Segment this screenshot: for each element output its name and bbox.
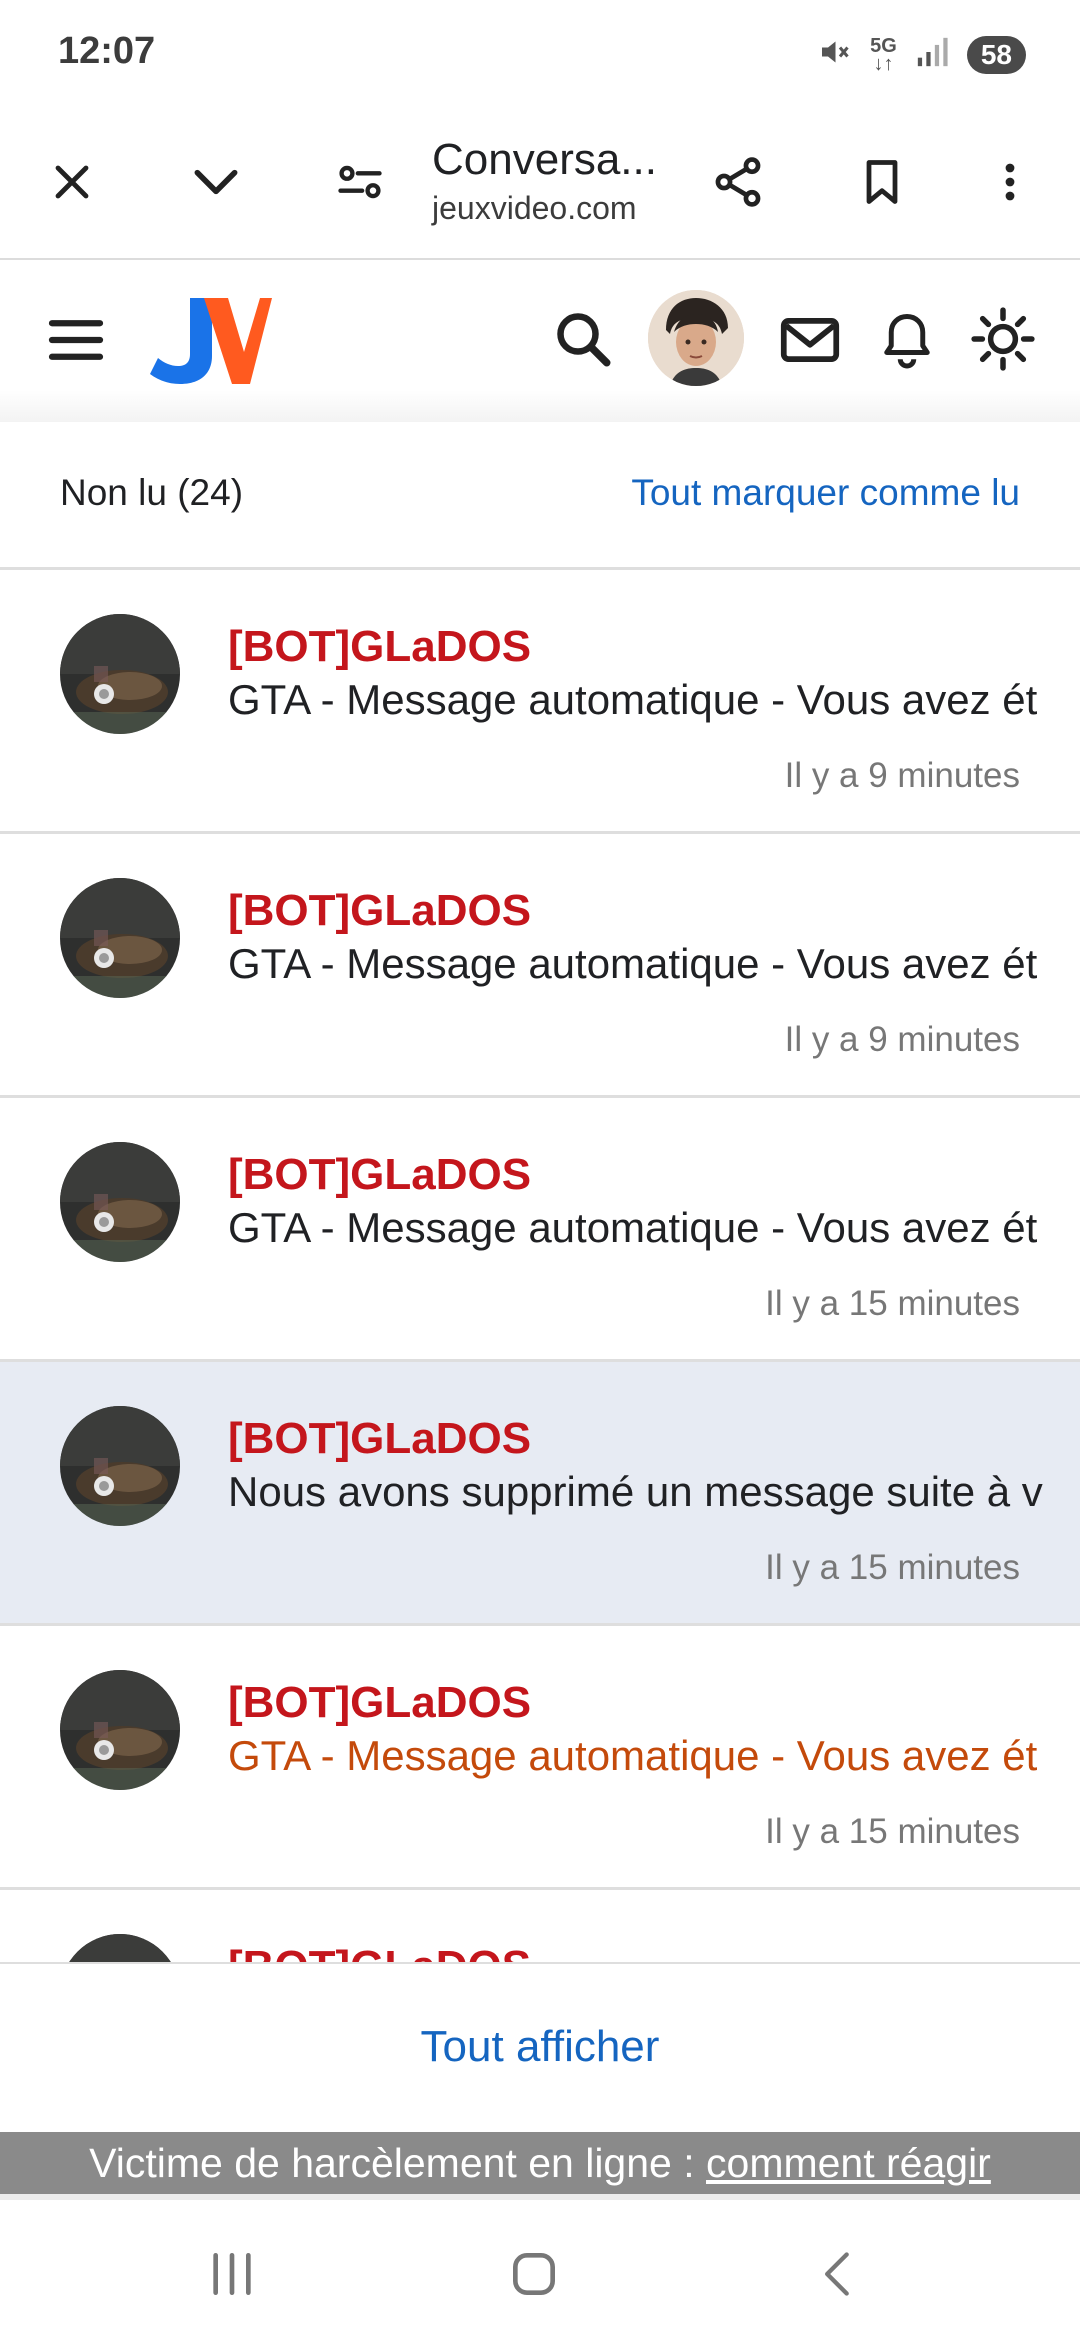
site-header [0, 262, 1080, 422]
harassment-banner: Victime de harcèlement en ligne : commen… [0, 2132, 1080, 2194]
notification-text: GTA - Message automatique - Vous avez ét [228, 940, 1038, 987]
5g-icon: 5G ↓↑ [870, 34, 897, 75]
notification-item[interactable]: [BOT]GLaDOS GTA - Message automatique - V… [0, 1626, 1080, 1890]
notification-item[interactable]: [BOT]GLaDOS Nous avons supprimé un messag… [0, 1362, 1080, 1626]
home-icon[interactable] [494, 2242, 574, 2306]
harassment-text: Victime de harcèlement en ligne : [89, 2140, 707, 2186]
show-all-link[interactable]: Tout afficher [0, 2022, 1080, 2072]
browser-toolbar: Conversa... jeuxvideo.com [0, 110, 1080, 260]
status-time: 12:07 [58, 30, 156, 72]
network-type: 5G [870, 34, 897, 57]
notification-author: [BOT]GLaDOS [228, 1942, 531, 1962]
notification-text: GTA - Message automatique - Vous avez ét [228, 1204, 1038, 1251]
notification-time: Il y a 9 minutes [784, 1020, 1020, 1059]
bookmark-icon[interactable] [850, 150, 914, 214]
close-icon[interactable] [40, 150, 104, 214]
page-url: jeuxvideo.com [432, 190, 637, 226]
notification-text: GTA - Message automatique - Vous avez ét [228, 1732, 1038, 1779]
notification-item[interactable]: [BOT]GLaDOS [0, 1890, 1080, 1962]
mute-icon [816, 34, 852, 75]
bot-avatar [60, 1142, 180, 1262]
user-avatar[interactable] [648, 290, 744, 386]
notification-time: Il y a 15 minutes [765, 1548, 1020, 1587]
unread-count: Non lu (24) [60, 472, 244, 513]
notification-time: Il y a 15 minutes [765, 1812, 1020, 1851]
notification-item[interactable]: [BOT]GLaDOS GTA - Message automatique - V… [0, 570, 1080, 834]
more-vert-icon[interactable] [978, 150, 1042, 214]
bot-avatar [60, 878, 180, 998]
notification-author: [BOT]GLaDOS [228, 622, 532, 671]
bot-avatar [60, 1670, 180, 1790]
mail-icon[interactable] [774, 304, 846, 376]
chevron-down-icon[interactable] [184, 150, 248, 214]
notification-author: [BOT]GLaDOS [228, 886, 532, 935]
harassment-link[interactable]: comment réagir [706, 2140, 991, 2186]
notification-list: [BOT]GLaDOS GTA - Message automatique - V… [0, 570, 1080, 1962]
notification-item[interactable]: [BOT]GLaDOS GTA - Message automatique - V… [0, 1098, 1080, 1362]
bot-avatar [60, 1406, 180, 1526]
menu-icon[interactable] [42, 306, 110, 374]
recent-apps-icon[interactable] [192, 2242, 272, 2306]
theme-sun-icon[interactable] [966, 302, 1040, 376]
mark-all-read-link[interactable]: Tout marquer comme lu [631, 472, 1020, 514]
notification-item[interactable]: [BOT]GLaDOS GTA - Message automatique - V… [0, 834, 1080, 1098]
bot-avatar [60, 614, 180, 734]
page-title: Conversa... [432, 135, 657, 184]
notification-text: GTA - Message automatique - Vous avez ét [228, 676, 1038, 723]
notification-text: Nous avons supprimé un message suite à v [228, 1468, 1043, 1515]
signal-icon [915, 35, 949, 74]
notification-time: Il y a 15 minutes [765, 1284, 1020, 1323]
status-icons: 5G ↓↑ 58 [816, 34, 1026, 75]
status-bar: 12:07 5G ↓↑ 58 [0, 0, 1080, 110]
bell-icon[interactable] [872, 302, 942, 376]
notifications-header: Non lu (24) Tout marquer comme lu [0, 422, 1080, 570]
battery-icon: 58 [966, 35, 1026, 74]
search-icon[interactable] [548, 304, 618, 374]
system-nav-bar [0, 2194, 1080, 2340]
bot-avatar [60, 1934, 180, 1962]
back-icon[interactable] [798, 2242, 878, 2306]
share-icon[interactable] [706, 150, 770, 214]
notification-author: [BOT]GLaDOS [228, 1150, 532, 1199]
page-title-block[interactable]: Conversa... jeuxvideo.com [432, 124, 672, 227]
notification-time: Il y a 9 minutes [784, 756, 1020, 795]
jv-logo[interactable] [142, 292, 272, 388]
notification-author: [BOT]GLaDOS [228, 1414, 532, 1463]
notification-author: [BOT]GLaDOS [228, 1678, 532, 1727]
site-settings-icon[interactable] [328, 150, 392, 214]
show-all-bar: Tout afficher [0, 1962, 1080, 2132]
